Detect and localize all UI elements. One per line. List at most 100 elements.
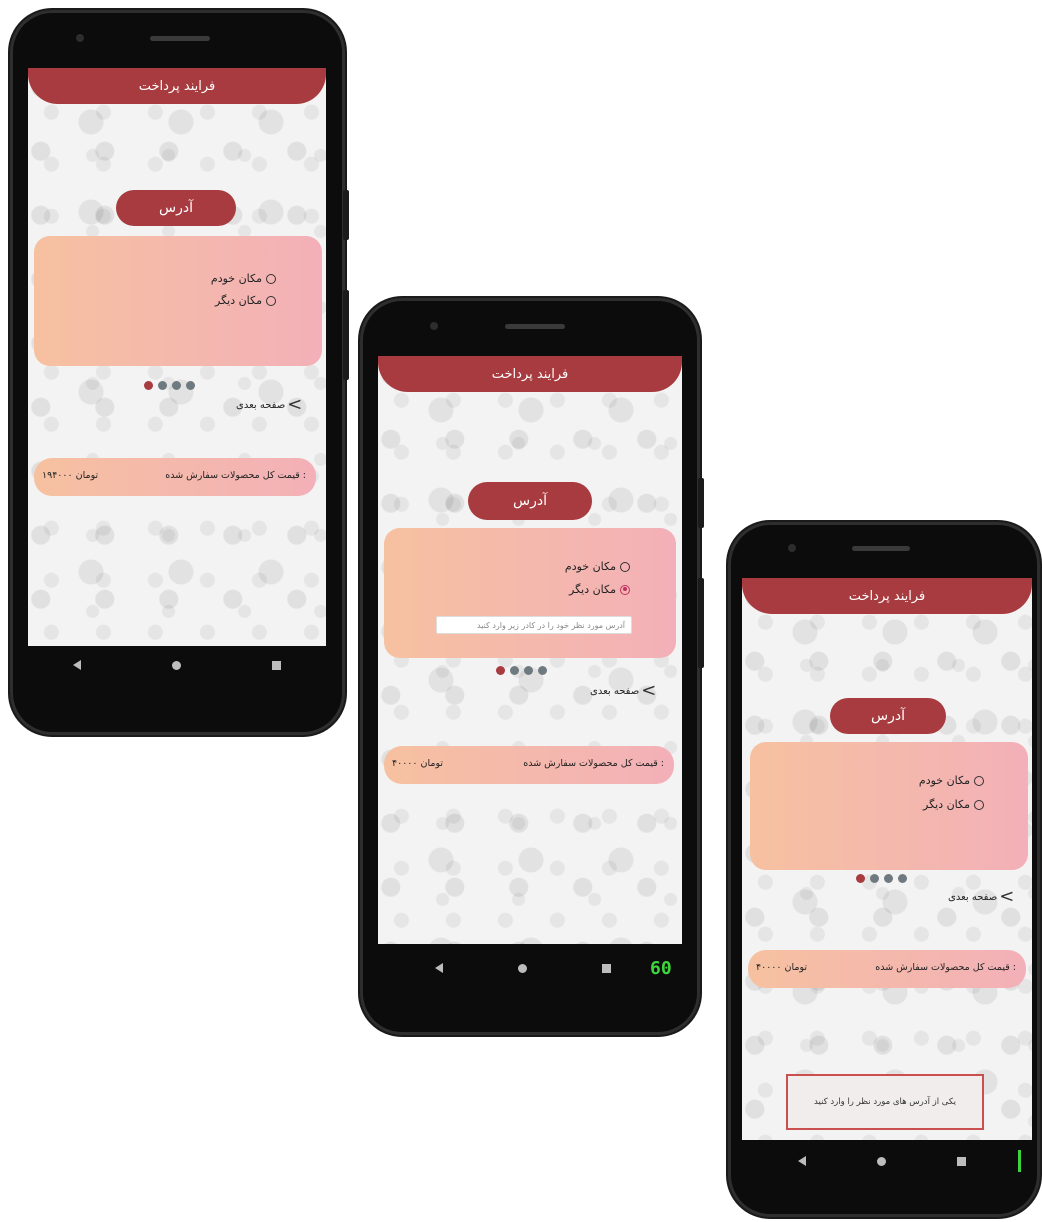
toast-text: یکی از آدرس های مورد نظر را وارد کنید — [814, 1097, 956, 1107]
address-button[interactable]: آدرس — [468, 482, 592, 520]
speaker — [150, 36, 210, 41]
page-dot — [172, 381, 181, 390]
speaker — [852, 546, 910, 551]
app-bar: فرایند پرداخت — [28, 68, 326, 104]
volume-button — [343, 290, 349, 380]
chevron-left-icon: < — [287, 394, 303, 415]
page-dot — [186, 381, 195, 390]
radio-icon[interactable] — [620, 561, 630, 572]
app-bar: فرایند پرداخت — [742, 578, 1032, 614]
option-mine-label: مکان خودم — [564, 560, 616, 573]
next-page-button[interactable]: صفحه بعدی < — [236, 396, 302, 414]
volume-button — [698, 578, 704, 668]
option-other[interactable]: مکان دیگر — [923, 798, 984, 811]
total-price-bar: قیمت کل محصولات سفارش شده : ۴۰۰۰۰ تومان — [384, 746, 674, 784]
page-dot — [538, 666, 547, 675]
address-card: مکان خودم مکان دیگر — [750, 742, 1028, 870]
radio-selected-icon[interactable] — [620, 584, 630, 595]
address-input-placeholder: آدرس مورد نظر خود را در کادر زیر وارد کن… — [476, 620, 625, 630]
option-other-label: مکان دیگر — [569, 583, 616, 596]
total-price: ۱۹۴۰۰۰ تومان — [42, 470, 99, 481]
nav-recents-icon[interactable] — [271, 660, 281, 670]
option-other-label: مکان دیگر — [215, 294, 262, 307]
system-nav-bar — [28, 650, 326, 680]
next-page-button[interactable]: صفحه بعدی < — [948, 888, 1014, 906]
next-page-label: صفحه بعدی — [590, 685, 640, 697]
system-nav-bar — [398, 953, 648, 983]
address-button[interactable]: آدرس — [830, 698, 946, 734]
option-mine-label: مکان خودم — [210, 272, 262, 285]
address-button-label: آدرس — [871, 708, 905, 724]
total-price-bar: قیمت کل محصولات سفارش شده : ۴۰۰۰۰ تومان — [748, 950, 1026, 988]
total-price: ۴۰۰۰۰ تومان — [756, 962, 808, 973]
total-label: قیمت کل محصولات سفارش شده : — [875, 962, 1016, 973]
page-dot — [898, 874, 907, 883]
fps-counter: 60 — [650, 958, 672, 979]
address-input[interactable]: آدرس مورد نظر خود را در کادر زیر وارد کن… — [436, 616, 632, 634]
app-title: فرایند پرداخت — [491, 366, 569, 382]
page-dot — [870, 874, 879, 883]
nav-home-icon[interactable] — [517, 963, 527, 973]
screen-1: فرایند پرداخت آدرس مکان خودم مکان دیگر ص… — [28, 68, 326, 646]
page-dot — [524, 666, 533, 675]
page-dot-active — [496, 666, 505, 675]
radio-icon[interactable] — [266, 295, 276, 306]
app-bar: فرایند پرداخت — [378, 356, 682, 392]
phone-3: فرایند پرداخت آدرس مکان خودم مکان دیگر ص… — [728, 522, 1040, 1217]
page-dot — [158, 381, 167, 390]
app-title: فرایند پرداخت — [138, 78, 216, 94]
front-camera — [430, 322, 438, 330]
address-button-label: آدرس — [159, 200, 193, 216]
nav-back-icon[interactable] — [797, 1156, 806, 1166]
option-other[interactable]: مکان دیگر — [215, 294, 276, 307]
nav-back-icon[interactable] — [435, 963, 444, 973]
next-page-button[interactable]: صفحه بعدی < — [590, 682, 656, 700]
option-mine[interactable]: مکان خودم — [211, 272, 276, 285]
toast-message: یکی از آدرس های مورد نظر را وارد کنید — [786, 1074, 984, 1130]
power-button — [343, 190, 349, 240]
chevron-left-icon: < — [999, 886, 1015, 907]
address-button-label: آدرس — [513, 493, 547, 509]
nav-back-icon[interactable] — [73, 660, 82, 670]
nav-home-icon[interactable] — [171, 660, 181, 670]
address-card: مکان خودم مکان دیگر — [34, 236, 322, 366]
nav-home-icon[interactable] — [876, 1156, 886, 1166]
page-indicator — [144, 381, 195, 390]
chevron-left-icon: < — [641, 680, 657, 701]
front-camera — [788, 544, 796, 552]
radio-icon[interactable] — [974, 775, 984, 786]
address-button[interactable]: آدرس — [116, 190, 236, 226]
option-mine-label: مکان خودم — [918, 774, 970, 787]
total-label: قیمت کل محصولات سفارش شده : — [165, 470, 306, 481]
page-dot — [884, 874, 893, 883]
fps-counter-bar — [1018, 1150, 1021, 1172]
app-title: فرایند پرداخت — [848, 588, 926, 604]
option-other-label: مکان دیگر — [923, 798, 970, 811]
screen-3: فرایند پرداخت آدرس مکان خودم مکان دیگر ص… — [742, 578, 1032, 1140]
phone-1: فرایند پرداخت آدرس مکان خودم مکان دیگر ص… — [10, 10, 349, 735]
total-label: قیمت کل محصولات سفارش شده : — [523, 758, 664, 769]
nav-recents-icon[interactable] — [601, 963, 611, 973]
next-page-label: صفحه بعدی — [236, 399, 286, 411]
power-button — [698, 478, 704, 528]
page-indicator — [496, 666, 547, 675]
radio-icon[interactable] — [266, 273, 276, 284]
nav-recents-icon[interactable] — [957, 1156, 967, 1166]
next-page-label: صفحه بعدی — [948, 891, 998, 903]
phone-2: فرایند پرداخت آدرس مکان خودم مکان دیگر آ… — [360, 298, 704, 1035]
speaker — [505, 324, 565, 329]
page-indicator — [856, 874, 907, 883]
page-dot — [510, 666, 519, 675]
page-dot-active — [144, 381, 153, 390]
front-camera — [76, 34, 84, 42]
option-mine[interactable]: مکان خودم — [565, 560, 630, 573]
total-price-bar: قیمت کل محصولات سفارش شده : ۱۹۴۰۰۰ تومان — [34, 458, 316, 496]
radio-icon[interactable] — [974, 799, 984, 810]
total-price: ۴۰۰۰۰ تومان — [392, 758, 444, 769]
screen-2: فرایند پرداخت آدرس مکان خودم مکان دیگر آ… — [378, 356, 682, 944]
option-other[interactable]: مکان دیگر — [569, 583, 630, 596]
system-nav-bar — [762, 1146, 1002, 1176]
address-card: مکان خودم مکان دیگر آدرس مورد نظر خود را… — [384, 528, 676, 658]
page-dot-active — [856, 874, 865, 883]
option-mine[interactable]: مکان خودم — [919, 774, 984, 787]
